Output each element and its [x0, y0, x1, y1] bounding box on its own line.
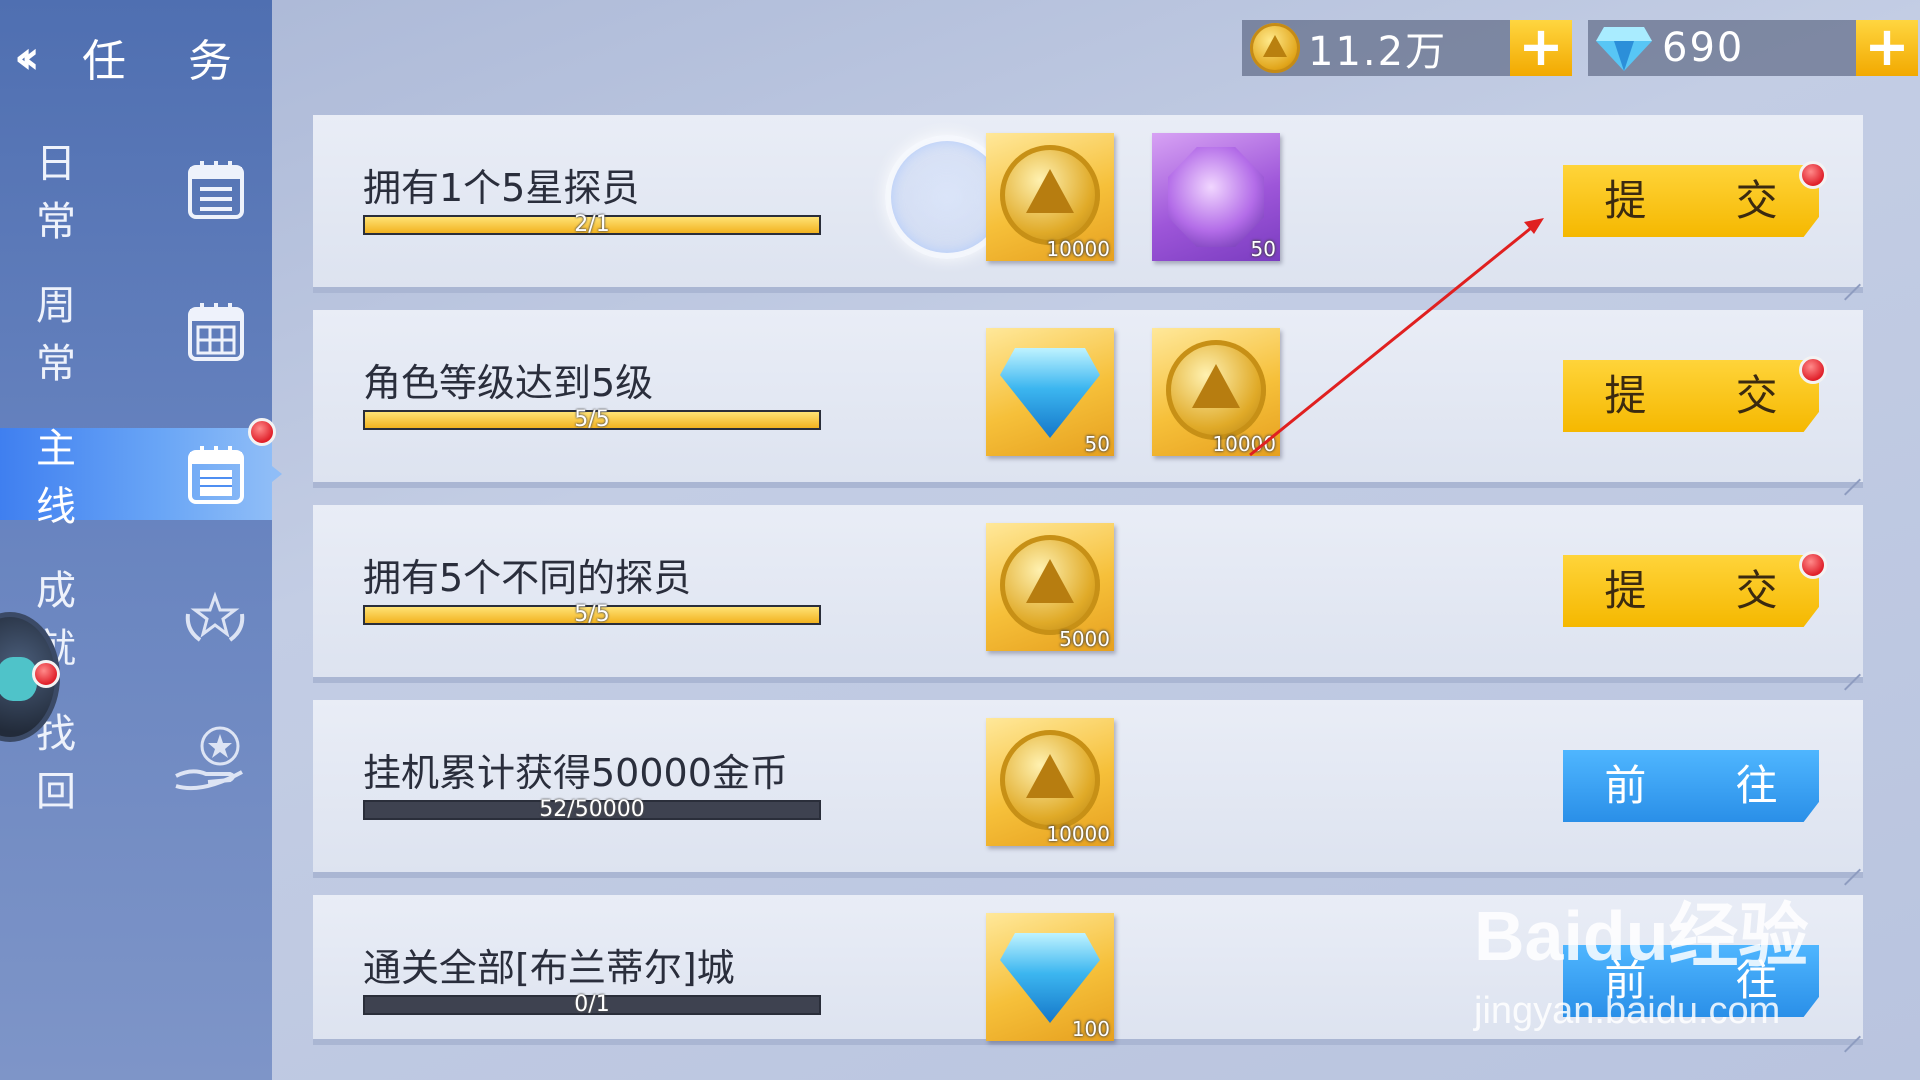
chevron-left-icon: ‹‹	[14, 30, 40, 84]
diamond-icon	[1596, 27, 1652, 71]
task-progress-bar: 5/5	[363, 602, 821, 627]
sidebar: ‹‹ 任 务 日 常 周 常 主 线 成 就 找 回	[0, 0, 282, 1080]
purple-crystal-icon	[1168, 147, 1264, 247]
task-row: 拥有1个5星探员 2/1 10000 50 提 交	[313, 115, 1863, 293]
notification-badge	[1799, 551, 1827, 579]
watermark-url: jingyan.baidu.com	[1474, 990, 1781, 1032]
progress-text: 5/5	[574, 407, 610, 432]
add-diamond-button[interactable]: +	[1856, 20, 1918, 76]
reward-qty: 10000	[1046, 237, 1110, 261]
main-calendar-icon	[188, 446, 244, 504]
diamond-icon	[1000, 933, 1100, 1023]
reward-gold-coin[interactable]: 5000	[986, 523, 1114, 651]
reward-qty: 5000	[1059, 627, 1110, 651]
reward-qty: 50	[1250, 237, 1276, 261]
task-row: 角色等级达到5级 5/5 50 10000 提 交	[313, 310, 1863, 488]
back-button[interactable]: ‹‹ 任 务	[14, 22, 256, 92]
task-progress-bar: 5/5	[363, 407, 821, 432]
avatar-face	[0, 657, 37, 701]
task-row: 挂机累计获得50000金币 52/50000 10000 前 往	[313, 700, 1863, 878]
task-title: 挂机累计获得50000金币	[363, 751, 788, 795]
gold-coin-icon	[1250, 23, 1300, 73]
weekly-calendar-icon	[188, 303, 244, 361]
task-progress-bar: 2/1	[363, 212, 821, 237]
sidebar-item-weekly[interactable]: 周 常	[0, 283, 272, 387]
gold-amount: 11.2万	[1308, 29, 1448, 75]
gold-coin-icon	[1166, 340, 1266, 440]
reward-gold-coin[interactable]: 10000	[986, 133, 1114, 261]
notification-badge	[32, 660, 60, 688]
gold-coin-icon	[1000, 145, 1100, 245]
reward-diamond[interactable]: 50	[986, 328, 1114, 456]
notification-badge	[248, 418, 276, 446]
reward-qty: 50	[1084, 432, 1110, 456]
task-progress-bar: 52/50000	[363, 797, 821, 822]
submit-button[interactable]: 提 交	[1563, 360, 1819, 432]
hand-star-icon	[175, 726, 243, 791]
sidebar-item-label: 主 线	[36, 426, 116, 530]
sidebar-item-label: 日 常	[36, 141, 116, 245]
task-progress-bar: 0/1	[363, 992, 821, 1017]
submit-button[interactable]: 提 交	[1563, 165, 1819, 237]
diamond-icon	[1000, 348, 1100, 438]
add-gold-button[interactable]: +	[1510, 20, 1572, 76]
reward-gold-coin[interactable]: 10000	[986, 718, 1114, 846]
task-title: 拥有5个不同的探员	[363, 556, 692, 600]
diamond-amount: 690	[1662, 25, 1745, 71]
task-title: 通关全部[布兰蒂尔]城	[363, 946, 735, 990]
diamond-currency: 690 +	[1588, 20, 1918, 76]
daily-calendar-icon	[188, 161, 244, 219]
task-row: 拥有5个不同的探员 5/5 5000 提 交	[313, 505, 1863, 683]
task-title: 拥有1个5星探员	[363, 166, 640, 210]
goto-button[interactable]: 前 往	[1563, 750, 1819, 822]
reward-qty: 10000	[1046, 822, 1110, 846]
task-title: 角色等级达到5级	[363, 361, 654, 405]
progress-text: 52/50000	[539, 797, 645, 822]
notification-badge	[1799, 356, 1827, 384]
watermark: Baidu经验	[1474, 897, 1809, 975]
submit-button[interactable]: 提 交	[1563, 555, 1819, 627]
progress-text: 0/1	[574, 992, 610, 1017]
notification-badge	[1799, 161, 1827, 189]
gold-currency: 11.2万 +	[1242, 20, 1572, 76]
progress-text: 2/1	[574, 212, 610, 237]
laurel-star-icon	[185, 591, 245, 642]
reward-diamond[interactable]: 100	[986, 913, 1114, 1041]
progress-text: 5/5	[574, 602, 610, 627]
sidebar-item-label: 成 就	[36, 568, 116, 672]
page-title: 任 务	[82, 36, 256, 87]
reward-gold-coin[interactable]: 10000	[1152, 328, 1280, 456]
reward-purple-crystal[interactable]: 50	[1152, 133, 1280, 261]
gold-coin-icon	[1000, 535, 1100, 635]
gold-coin-icon	[1000, 730, 1100, 830]
reward-qty: 10000	[1212, 432, 1276, 456]
sidebar-item-label: 周 常	[36, 283, 116, 387]
reward-qty: 100	[1071, 1017, 1110, 1041]
sidebar-item-daily[interactable]: 日 常	[0, 141, 272, 245]
sidebar-item-main[interactable]: 主 线	[0, 426, 282, 530]
